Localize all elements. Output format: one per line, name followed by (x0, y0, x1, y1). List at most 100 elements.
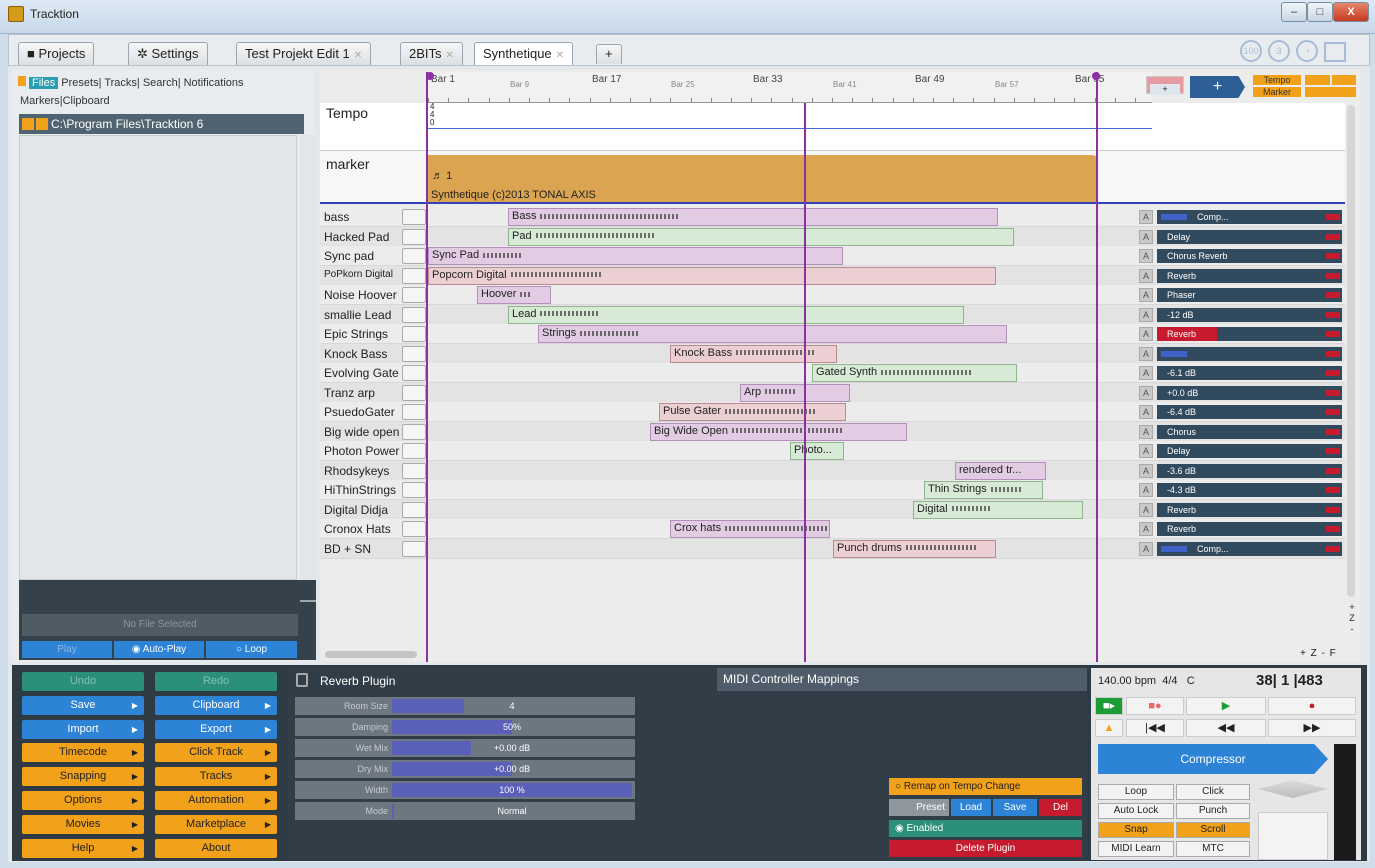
track-input-box[interactable] (402, 345, 426, 362)
marketplace-button[interactable]: Marketplace ▶ (155, 814, 277, 834)
track-name[interactable]: Evolving Gate (324, 366, 399, 380)
tab-test-projekt[interactable]: Test Projekt Edit 1 ✕ (236, 42, 372, 65)
audio-clip[interactable]: Thin Strings (924, 481, 1043, 499)
tab-synthetique[interactable]: Synthetique ✕ (474, 42, 574, 65)
import-button[interactable]: Import ▶ (22, 719, 144, 739)
tempo-curve[interactable] (428, 128, 1152, 129)
scroll-button[interactable]: Scroll (1176, 822, 1250, 838)
plugin-chain[interactable]: +0.0 dB (1157, 385, 1342, 400)
help-button[interactable]: Help ▶ (22, 838, 144, 858)
plugin-chain[interactable]: Phaser (1157, 288, 1342, 302)
enabled-toggle[interactable]: ◉ Enabled (889, 820, 1082, 837)
track-name[interactable]: Noise Hoover (324, 288, 397, 302)
track-input-box[interactable] (402, 306, 426, 323)
mute-indicator[interactable] (1326, 448, 1340, 454)
audio-clip[interactable]: Big Wide Open (650, 422, 907, 441)
automation-button[interactable]: A (1139, 522, 1153, 536)
plugin-chain[interactable]: -12 dB (1157, 307, 1342, 322)
clipboard-button[interactable]: Clipboard ▶ (155, 695, 277, 715)
automation-button[interactable]: A (1139, 502, 1153, 517)
click-button[interactable]: Click (1176, 784, 1250, 800)
close-tab-icon[interactable]: ✕ (354, 50, 362, 61)
tab-2bits[interactable]: 2BITs ✕ (400, 42, 463, 65)
audio-clip[interactable]: Sync Pad (428, 247, 843, 265)
track-name[interactable]: Hacked Pad (324, 230, 389, 244)
redo-button[interactable]: Redo (155, 672, 277, 691)
track-name[interactable]: PoPkorn Digital (324, 269, 393, 280)
automation-button[interactable]: A (1139, 307, 1153, 322)
mute-indicator[interactable] (1326, 545, 1340, 552)
mute-indicator[interactable] (1326, 506, 1340, 513)
nav-presets[interactable]: Presets (61, 77, 98, 89)
track-name[interactable]: Digital Didja (324, 503, 388, 517)
about-button[interactable]: About (155, 838, 277, 858)
plugin-chain[interactable]: -6.4 dB (1157, 405, 1342, 419)
audio-clip[interactable]: Popcorn Digital (428, 266, 996, 285)
audio-clip[interactable]: Crox hats (670, 520, 830, 538)
warning-icon[interactable]: ▲ (1095, 719, 1123, 737)
delete-plugin-button[interactable]: Delete Plugin (889, 840, 1082, 857)
fullscreen-icon[interactable] (1324, 42, 1346, 62)
record-mode-button[interactable]: ■▸ (1095, 697, 1123, 715)
automation-button[interactable]: A (1139, 483, 1153, 497)
automation-button[interactable]: A (1139, 249, 1153, 263)
snapping-button[interactable]: Snapping ▶ (22, 767, 144, 787)
track-name[interactable]: Knock Bass (324, 347, 387, 361)
save-button[interactable]: Save ▶ (22, 695, 144, 715)
automation-button[interactable]: A (1139, 288, 1153, 302)
autoplay-toggle[interactable]: ◉ Auto-Play (114, 641, 204, 658)
track-input-box[interactable] (402, 501, 426, 518)
nav-tracks[interactable]: Tracks (104, 77, 137, 89)
new-tab-button[interactable]: + (596, 44, 622, 64)
audio-clip[interactable]: Bass (508, 208, 998, 226)
loop-toggle[interactable]: ○ Loop (206, 641, 297, 658)
tempo-readout[interactable]: 140.00 bpm 4/4 C (1098, 675, 1195, 687)
track-input-box[interactable] (402, 326, 426, 342)
track-name[interactable]: Cronox Hats (324, 522, 391, 536)
mute-indicator[interactable] (1326, 467, 1340, 474)
track-name[interactable]: Big wide open (324, 425, 399, 439)
vertical-scrollbar[interactable] (1347, 105, 1355, 597)
track-input-box[interactable] (402, 209, 426, 225)
punch-button[interactable]: Punch (1176, 803, 1250, 819)
track-input-box[interactable] (402, 521, 426, 537)
track-name[interactable]: Photon Power (324, 444, 399, 458)
preset-load-button[interactable]: Load (951, 799, 991, 816)
remap-tempo-toggle[interactable]: ○ Remap on Tempo Change (889, 778, 1082, 795)
plugin-chain[interactable]: Reverb (1157, 502, 1342, 517)
audio-clip[interactable]: Arp (740, 383, 850, 402)
tracks-button[interactable]: Tracks ▶ (155, 767, 277, 787)
loop-end-handle[interactable] (1092, 72, 1100, 80)
play-button[interactable]: Play (22, 641, 112, 658)
plugin-chain[interactable] (1157, 346, 1342, 361)
track-input-box[interactable] (402, 404, 426, 420)
track-name[interactable]: Tranz arp (324, 386, 375, 400)
mute-indicator[interactable] (1326, 428, 1340, 435)
automation-button[interactable]: A (1139, 541, 1153, 556)
compressor-plugin[interactable]: Compressor (1098, 744, 1328, 774)
export-button[interactable]: Export ▶ (155, 719, 277, 739)
mute-indicator[interactable] (1326, 526, 1340, 532)
mute-indicator[interactable] (1326, 272, 1340, 279)
mute-indicator[interactable] (1326, 487, 1340, 493)
midi-learn-button[interactable]: MIDI Learn (1098, 841, 1174, 857)
rewind-start-icon[interactable]: |◀◀ (1126, 719, 1184, 737)
tab-settings[interactable]: ✲ Settings (128, 42, 208, 65)
position-readout[interactable]: 38| 1 |483 (1256, 672, 1323, 689)
loop-end-line[interactable] (1096, 72, 1098, 662)
auto-lock-button[interactable]: Auto Lock (1098, 803, 1174, 819)
record-icon[interactable]: ● (1268, 697, 1356, 715)
automation-button[interactable]: A (1139, 444, 1153, 458)
undo-button[interactable]: Undo (22, 672, 144, 691)
track-view-button[interactable] (1305, 75, 1330, 85)
add-track-button[interactable]: + (1190, 76, 1245, 98)
mute-indicator[interactable] (1326, 350, 1340, 357)
play-icon[interactable]: ▶ (1186, 697, 1266, 715)
automation-button[interactable]: A (1139, 327, 1153, 341)
movies-button[interactable]: Movies ▶ (22, 814, 144, 834)
mixer-view-button[interactable] (1332, 75, 1356, 85)
track-input-box[interactable] (402, 248, 426, 264)
track-input-box[interactable] (402, 540, 426, 557)
fast-forward-icon[interactable]: ▶▶ (1268, 719, 1356, 737)
mute-indicator[interactable] (1326, 389, 1340, 396)
